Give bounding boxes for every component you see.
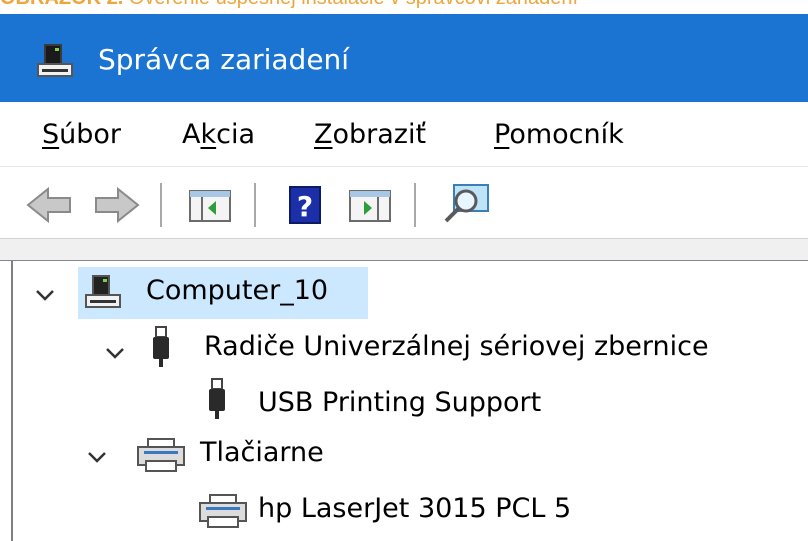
printer-icon bbox=[137, 438, 185, 472]
tree-node-usb-printing-support[interactable]: USB Printing Support bbox=[258, 385, 541, 421]
menu-file-accel: S bbox=[42, 119, 60, 150]
menu-file-rest: úbor bbox=[59, 119, 122, 150]
menu-help-rest: omocník bbox=[509, 119, 624, 150]
scan-hardware-icon[interactable] bbox=[440, 183, 492, 227]
computer-icon bbox=[85, 275, 121, 308]
properties-pane-icon[interactable] bbox=[346, 183, 396, 227]
menu-action[interactable]: Akcia bbox=[182, 118, 255, 152]
toolbar: ? bbox=[0, 166, 808, 238]
menu-help-accel: P bbox=[494, 119, 510, 150]
forward-arrow-icon[interactable] bbox=[92, 183, 142, 227]
back-arrow-icon[interactable] bbox=[24, 183, 74, 227]
usb-plug-icon bbox=[209, 378, 225, 419]
toolbar-separator bbox=[254, 183, 256, 227]
printer-icon bbox=[199, 494, 247, 528]
menu-bar: Súbor Akcia Zobraziť Pomocník bbox=[0, 102, 808, 166]
menu-view-accel: Z bbox=[314, 119, 333, 150]
menu-action-pre: A bbox=[182, 119, 201, 150]
figure-caption-text: Overenie úspešnej inštalácie v správcovi… bbox=[129, 0, 578, 9]
tree-node-usb-controllers[interactable]: Radiče Univerzálnej sériovej zbernice bbox=[204, 329, 709, 365]
toolbar-separator bbox=[160, 183, 162, 227]
show-hide-tree-icon[interactable] bbox=[186, 183, 236, 227]
help-icon[interactable]: ? bbox=[286, 183, 326, 227]
device-tree[interactable]: Computer_10 Radiče Univerzálnej sériovej… bbox=[0, 260, 808, 541]
tree-node-computer[interactable]: Computer_10 bbox=[146, 273, 328, 309]
tree-node-printers[interactable]: Tlačiarne bbox=[200, 435, 324, 471]
menu-help[interactable]: Pomocník bbox=[494, 118, 624, 152]
computer-icon bbox=[37, 44, 73, 77]
chevron-down-icon[interactable] bbox=[34, 287, 56, 303]
svg-text:?: ? bbox=[297, 190, 313, 223]
title-bar: Správca zariadení bbox=[0, 14, 808, 102]
menu-file[interactable]: Súbor bbox=[42, 118, 121, 152]
menu-view[interactable]: Zobraziť bbox=[314, 118, 426, 152]
menu-action-accel: k bbox=[200, 119, 217, 150]
chevron-down-icon[interactable] bbox=[104, 345, 126, 361]
menu-view-rest: obraziť bbox=[332, 119, 427, 150]
toolbar-separator bbox=[414, 183, 416, 227]
usb-plug-icon bbox=[153, 326, 169, 367]
figure-caption: OBRÁZOK 2. Overenie úspešnej inštalácie … bbox=[0, 0, 808, 14]
tree-node-hp-laserjet[interactable]: hp LaserJet 3015 PCL 5 bbox=[258, 491, 571, 527]
chevron-down-icon[interactable] bbox=[86, 449, 108, 465]
toolbar-bottom-strip bbox=[0, 238, 808, 260]
tree-pane-edge bbox=[11, 261, 13, 541]
figure-caption-label: OBRÁZOK 2. bbox=[0, 0, 123, 9]
menu-action-rest: cia bbox=[216, 119, 256, 150]
window-title: Správca zariadení bbox=[98, 43, 350, 76]
